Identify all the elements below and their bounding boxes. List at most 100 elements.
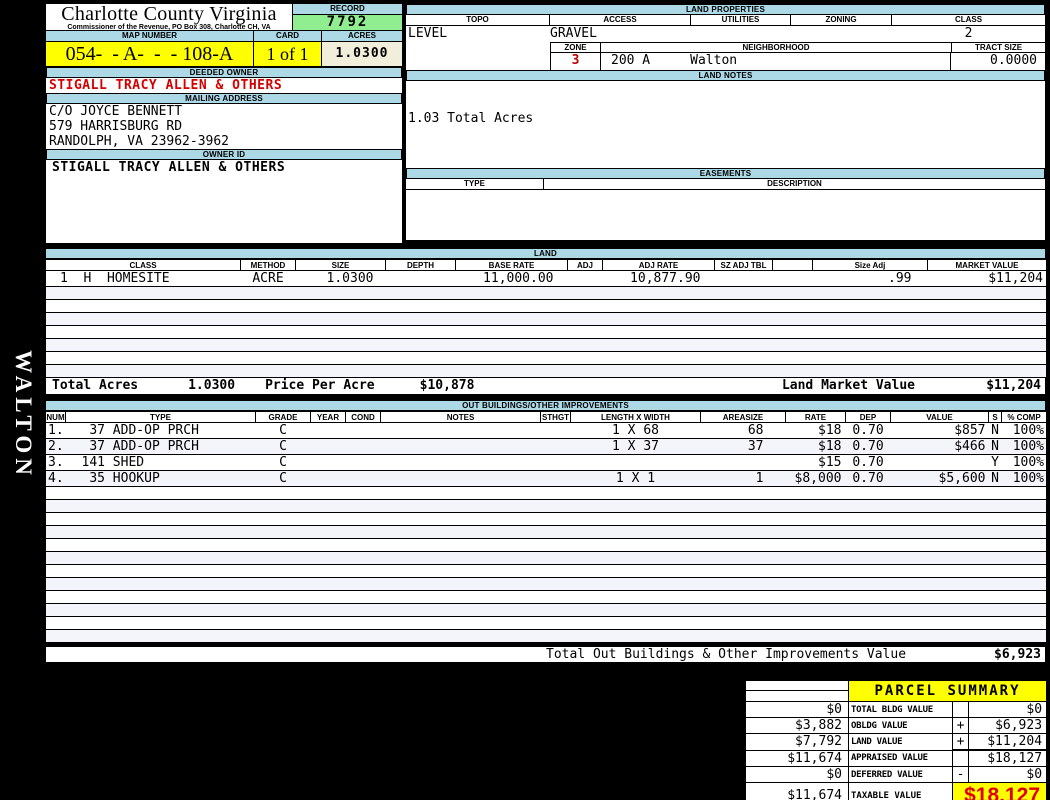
- land-col-size-adj: Size Adj: [812, 259, 928, 271]
- out-row: 2. 37 ADD-OP PRCH C 1 X 37 37 $18 0.70 $…: [45, 438, 1047, 455]
- deferred-value: $0: [967, 766, 1048, 783]
- property-record-card: WALTON Charlotte County Virginia Commiss…: [0, 0, 1050, 800]
- tract-size-label: TRACT SIZE: [974, 43, 1023, 52]
- out-empty-row: [45, 512, 1047, 526]
- land-value-value: $11,204: [967, 733, 1048, 751]
- out-area: [700, 454, 786, 471]
- out-empty-row: [45, 525, 1047, 539]
- out-comp: 100%: [1001, 438, 1047, 455]
- price-per-acre-value: $10,878: [419, 378, 475, 393]
- out-col-notes: NOTES: [380, 411, 541, 423]
- district-name: WALTON: [10, 350, 36, 480]
- topo-label: TOPO: [406, 15, 550, 26]
- easements-body: [406, 190, 1045, 240]
- deferred-op: -: [952, 766, 969, 783]
- acres-value: 1.0300: [322, 42, 402, 66]
- out-row: 1. 37 ADD-OP PRCH C 1 X 68 68 $18 0.70 $…: [45, 422, 1047, 439]
- land-depth: [385, 270, 456, 287]
- land-col-sz-adj-tbl: SZ ADJ TBL: [714, 259, 773, 271]
- neighborhood-name: Walton: [690, 53, 738, 68]
- out-total-value: $6,923: [994, 647, 1041, 662]
- class-label: CLASS: [892, 15, 1045, 26]
- out-lw: 1 X 68: [570, 422, 701, 439]
- out-header-row: NUM TYPE GRADE YEAR COND NOTES STHGT LEN…: [45, 411, 1047, 423]
- out-lw: [570, 454, 701, 471]
- out-dep: 0.70: [845, 470, 891, 487]
- out-empty-row: [45, 629, 1047, 643]
- out-rate: $15: [785, 454, 846, 471]
- summary-row: $7,792 LAND VALUE + $11,204: [745, 733, 1048, 751]
- prior-land: $7,792: [745, 733, 849, 751]
- county-header: Charlotte County Virginia Commissioner o…: [46, 4, 402, 31]
- out-empty-row: [45, 499, 1047, 513]
- summary-taxable-row: $11,674 TAXABLE VALUE $18,127: [745, 782, 1048, 800]
- neighborhood-label: NEIGHBORHOOD: [601, 43, 952, 52]
- out-col-year: YEAR: [310, 411, 346, 423]
- out-num: 3.: [45, 454, 66, 471]
- land-base-rate: 11,000.00: [455, 270, 568, 287]
- out-s: N: [988, 422, 1002, 439]
- out-empty-row: [45, 577, 1047, 591]
- deferred-label: DEFERRED VALUE: [848, 766, 953, 783]
- zone-label: ZONE: [551, 43, 601, 52]
- prior-total-bldg: $0: [745, 701, 849, 718]
- parcel-summary-title: PARCEL SUMMARY: [847, 680, 1048, 702]
- zoning-label: ZONING: [791, 15, 892, 26]
- summary-row: $11,674 APPRAISED VALUE $18,127: [745, 749, 1048, 767]
- zone-value: 3: [551, 53, 601, 70]
- prior-appraised: $11,674: [745, 749, 849, 767]
- out-dep: 0.70: [845, 438, 891, 455]
- zone-header-row: ZONE NEIGHBORHOOD TRACT SIZE: [551, 42, 1045, 53]
- out-col-s: S: [988, 411, 1002, 423]
- total-bldg-value: $0: [967, 701, 1048, 718]
- land-col-size: SIZE: [295, 259, 386, 271]
- out-rate: $18: [785, 438, 846, 455]
- easement-type-label: TYPE: [406, 179, 544, 190]
- mailing-line-3: RANDOLPH, VA 23962-3962: [49, 134, 230, 149]
- out-buildings-section: OUT BUILDINGS/OTHER IMPROVEMENTS NUM TYP…: [45, 400, 1047, 643]
- county-title-block: Charlotte County Virginia Commissioner o…: [46, 4, 293, 31]
- appraised-op: [952, 749, 969, 767]
- out-empty-row: [45, 486, 1047, 500]
- price-per-acre-label: Price Per Acre: [265, 378, 375, 393]
- out-col-grade: GRADE: [255, 411, 311, 423]
- out-num: 2.: [45, 438, 66, 455]
- land-sz-adj-tbl: [714, 270, 773, 287]
- land-properties-panel: LAND PROPERTIES TOPO ACCESS UTILITIES ZO…: [405, 3, 1046, 241]
- land-col-blank: [772, 259, 813, 271]
- out-area: 68: [700, 422, 786, 439]
- map-number-label: MAP NUMBER: [46, 31, 254, 42]
- land-properties-header: TOPO ACCESS UTILITIES ZONING CLASS: [406, 15, 1045, 26]
- land-empty-row: [45, 299, 1047, 313]
- easements-header: TYPE DESCRIPTION: [406, 179, 1045, 190]
- land-col-market-value: MARKET VALUE: [927, 259, 1047, 271]
- land-value-label: LAND VALUE: [848, 733, 953, 751]
- access-label: ACCESS: [550, 15, 691, 26]
- out-col-sthgt: STHGT: [540, 411, 571, 423]
- summary-row: $0 TOTAL BLDG VALUE $0: [745, 701, 1048, 718]
- out-comp: 100%: [1001, 470, 1047, 487]
- out-rate: $8,000: [785, 470, 846, 487]
- zone-spacer: [406, 42, 550, 70]
- zone-table: ZONE NEIGHBORHOOD TRACT SIZE 3 200 A Wal…: [550, 42, 1045, 70]
- land-notes-title: LAND NOTES: [406, 70, 1045, 81]
- out-rate: $18: [785, 422, 846, 439]
- obldg-label: OBLDG VALUE: [848, 717, 953, 734]
- land-market-value-total: $11,204: [986, 378, 1041, 393]
- land-empty-row: [45, 325, 1047, 339]
- out-area: 1: [700, 470, 786, 487]
- prior-obldg: $3,882: [745, 717, 849, 734]
- easements-title: EASEMENTS: [406, 168, 1045, 179]
- land-notes-body: 1.03 Total Acres: [406, 81, 1045, 168]
- appraised-value: $18,127: [967, 749, 1048, 767]
- commissioner-line: Commissioner of the Revenue, PO Box 308,…: [67, 24, 271, 31]
- deeded-owner-value: STIGALL TRACY ALLEN & OTHERS: [49, 78, 283, 93]
- out-empty-row: [45, 603, 1047, 617]
- land-blank-cell: [772, 270, 813, 287]
- utilities-label: UTILITIES: [691, 15, 791, 26]
- zone-value-row: 3 200 A Walton 0.0000: [551, 53, 1045, 70]
- out-buildings-total-row: Total Out Buildings & Other Improvements…: [45, 646, 1046, 663]
- card-value: 1 of 1: [254, 42, 322, 66]
- out-area: 37: [700, 438, 786, 455]
- acres-label: ACRES: [322, 31, 402, 42]
